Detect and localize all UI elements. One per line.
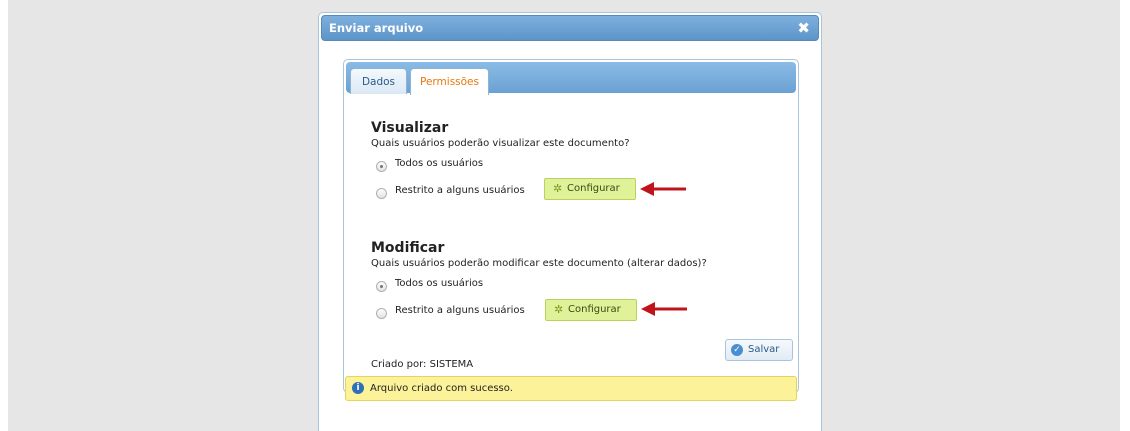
modificar-label-restrito: Restrito a alguns usuários [395, 305, 525, 316]
annotation-arrow-icon [640, 182, 686, 196]
check-icon: ✓ [731, 344, 743, 356]
gear-icon: ✲ [553, 182, 563, 195]
success-notice: i Arquivo criado com sucesso. [345, 376, 797, 401]
visualizar-radio-restrito[interactable] [376, 188, 387, 199]
save-label: Salvar [748, 344, 780, 355]
visualizar-radio-todos[interactable] [376, 161, 387, 172]
visualizar-label-restrito: Restrito a alguns usuários [395, 185, 525, 196]
visualizar-configure-button[interactable]: ✲ Configurar [544, 178, 636, 200]
modificar-question: Quais usuários poderão modificar este do… [371, 258, 707, 269]
tab-dados[interactable]: Dados [350, 68, 407, 94]
modificar-configure-label: Configurar [568, 304, 621, 315]
save-button[interactable]: ✓ Salvar [725, 339, 793, 361]
visualizar-label-todos: Todos os usuários [395, 158, 484, 169]
visualizar-title: Visualizar [371, 120, 449, 136]
modificar-configure-button[interactable]: ✲ Configurar [545, 299, 637, 321]
modificar-title: Modificar [371, 240, 445, 256]
tab-bar: Dados Permissões [346, 62, 796, 95]
annotation-arrow-icon [641, 302, 687, 316]
visualizar-question: Quais usuários poderão visualizar este d… [371, 138, 630, 149]
modificar-radio-restrito[interactable] [376, 308, 387, 319]
info-icon: i [352, 382, 364, 394]
modificar-radio-todos[interactable] [376, 281, 387, 292]
modificar-label-todos: Todos os usuários [395, 278, 484, 289]
dialog-title: Enviar arquivo [329, 21, 424, 35]
visualizar-configure-label: Configurar [567, 183, 620, 194]
close-icon[interactable]: ✖ [797, 19, 810, 37]
tab-permissoes[interactable]: Permissões [410, 68, 489, 95]
dialog-titlebar[interactable]: Enviar arquivo ✖ [321, 15, 819, 41]
created-by-text: Criado por: SISTEMA [371, 359, 474, 370]
upload-dialog: Enviar arquivo ✖ Dados Permissões Visual… [318, 12, 822, 431]
notice-message: Arquivo criado com sucesso. [370, 383, 513, 394]
gear-icon: ✲ [554, 303, 564, 316]
